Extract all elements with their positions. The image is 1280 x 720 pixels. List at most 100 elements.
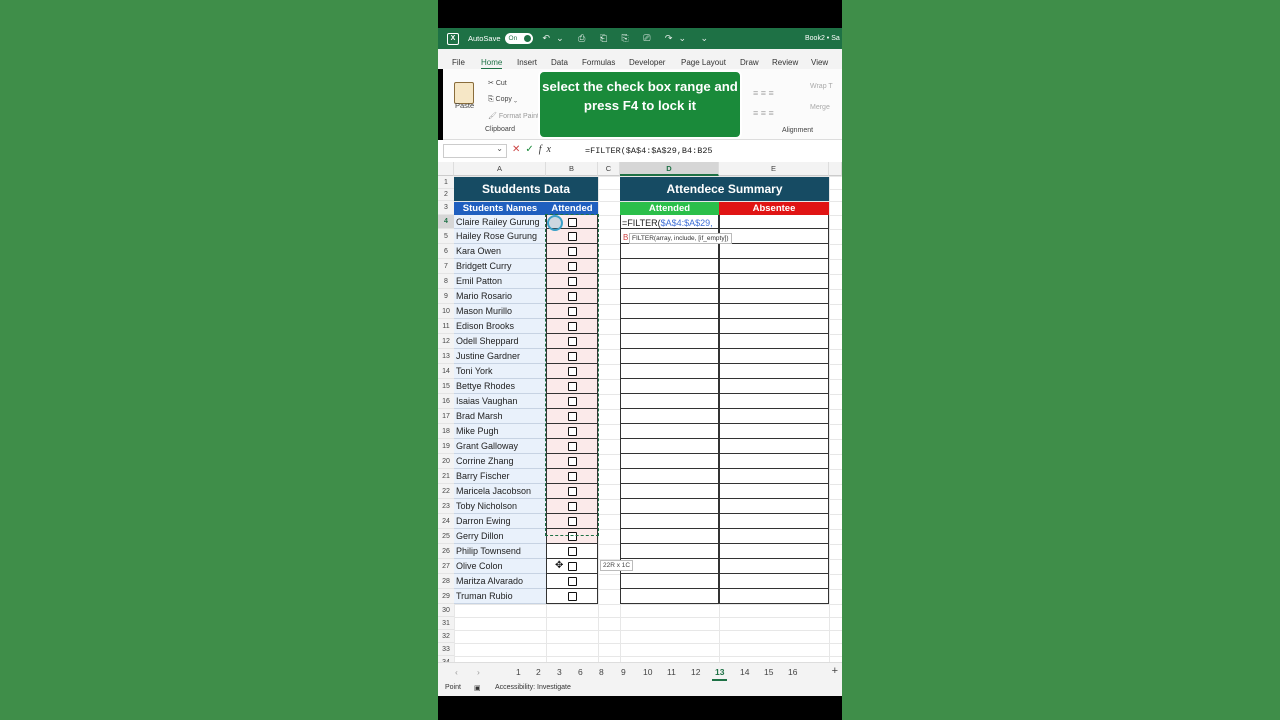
student-name-cell[interactable]: Hailey Rose Gurung (454, 229, 546, 244)
summary-attended-cell[interactable] (620, 379, 719, 394)
sheet-tab[interactable]: 16 (788, 667, 797, 677)
summary-attended-cell[interactable] (620, 529, 719, 544)
sheet-tab[interactable]: 9 (621, 667, 626, 677)
alignment-icons[interactable]: ≡ ≡ ≡ ≡ ≡ ≡ (753, 83, 803, 123)
student-name-cell[interactable]: Brad Marsh (454, 409, 546, 424)
student-name-cell[interactable]: Bettye Rhodes (454, 379, 546, 394)
student-name-cell[interactable]: Maricela Jacobson (454, 484, 546, 499)
merge-button[interactable]: Merge (810, 104, 830, 111)
summary-attended-cell[interactable] (620, 484, 719, 499)
summary-absentee-cell[interactable] (719, 499, 829, 514)
row-header[interactable]: 10 (438, 304, 454, 319)
row-header[interactable]: 21 (438, 469, 454, 484)
student-name-cell[interactable]: Grant Galloway (454, 439, 546, 454)
row-header[interactable]: 17 (438, 409, 454, 424)
summary-attended-cell[interactable] (620, 274, 719, 289)
attendance-checkbox[interactable] (568, 532, 577, 541)
sheet-tab[interactable]: 1 (516, 667, 521, 677)
student-name-cell[interactable]: Odell Sheppard (454, 334, 546, 349)
summary-absentee-cell[interactable] (719, 215, 829, 229)
student-name-cell[interactable]: Toni York (454, 364, 546, 379)
enter-icon[interactable]: ✓ (525, 144, 538, 155)
attendance-checkbox[interactable] (568, 232, 577, 241)
summary-absentee-cell[interactable] (719, 514, 829, 529)
row-header[interactable]: 26 (438, 544, 454, 559)
column-header-f[interactable] (829, 162, 842, 176)
summary-absentee-cell[interactable] (719, 304, 829, 319)
attended-cell[interactable] (546, 514, 598, 529)
row-header[interactable]: 7 (438, 259, 454, 274)
column-header-d[interactable]: D (620, 162, 719, 176)
summary-attended-cell[interactable] (620, 304, 719, 319)
prev-sheet-icon[interactable]: ‹ (455, 667, 458, 677)
summary-absentee-cell[interactable] (719, 559, 829, 574)
attendance-checkbox[interactable] (568, 352, 577, 361)
attendance-checkbox[interactable] (568, 292, 577, 301)
row-header[interactable]: 33 (438, 643, 454, 656)
student-name-cell[interactable]: Darron Ewing (454, 514, 546, 529)
attendance-checkbox[interactable] (568, 307, 577, 316)
row-header[interactable]: 6 (438, 244, 454, 259)
summary-absentee-cell[interactable] (719, 439, 829, 454)
worksheet[interactable]: A B C D E 1 2 3 4 5 6 7 8 9 10 11 12 13 14 15 16 17 18 19 2… (438, 162, 842, 662)
attendance-checkbox[interactable] (568, 502, 577, 511)
attendance-checkbox[interactable] (568, 322, 577, 331)
tab-review[interactable]: Review (772, 58, 798, 67)
summary-attended-cell[interactable] (620, 469, 719, 484)
summary-absentee-cell[interactable] (719, 349, 829, 364)
tab-data[interactable]: Data (551, 58, 568, 67)
row-header[interactable]: 12 (438, 334, 454, 349)
function-hint-tooltip[interactable]: FILTER(array, include, [if_empty]) (629, 233, 732, 244)
attendance-checkbox[interactable] (568, 397, 577, 406)
wrap-text-button[interactable]: Wrap T (810, 83, 833, 90)
summary-attended-cell[interactable] (620, 574, 719, 589)
copy-button[interactable]: ⎘ Copy ⌄ (488, 96, 517, 104)
tab-view[interactable]: View (811, 58, 828, 67)
macro-record-icon[interactable]: ▣ (474, 684, 481, 692)
student-name-cell[interactable]: Maritza Alvarado (454, 574, 546, 589)
summary-absentee-cell[interactable] (719, 529, 829, 544)
summary-attended-cell[interactable] (620, 424, 719, 439)
student-name-cell[interactable]: Bridgett Curry (454, 259, 546, 274)
summary-absentee-cell[interactable] (719, 484, 829, 499)
student-name-cell[interactable]: Edison Brooks (454, 319, 546, 334)
summary-absentee-cell[interactable] (719, 244, 829, 259)
row-header[interactable]: 5 (438, 229, 454, 244)
row-header[interactable]: 32 (438, 630, 454, 643)
student-name-cell[interactable]: Isaias Vaughan (454, 394, 546, 409)
attended-cell[interactable] (546, 394, 598, 409)
row-header[interactable]: 30 (438, 604, 454, 617)
attended-cell[interactable] (546, 304, 598, 319)
attended-cell[interactable] (546, 439, 598, 454)
row-header[interactable]: 28 (438, 574, 454, 589)
summary-attended-cell[interactable] (620, 394, 719, 409)
sheet-tab[interactable]: 3 (557, 667, 562, 677)
student-name-cell[interactable]: Olive Colon (454, 559, 546, 574)
format-painter-button[interactable]: 🖌 Format Paint (488, 112, 539, 120)
attended-cell[interactable] (546, 499, 598, 514)
tab-developer[interactable]: Developer (629, 58, 665, 67)
student-name-cell[interactable]: Toby Nicholson (454, 499, 546, 514)
attended-cell[interactable] (546, 409, 598, 424)
row-header[interactable]: 2 (438, 189, 454, 201)
row-header[interactable]: 3 (438, 201, 454, 215)
row-header[interactable]: 25 (438, 529, 454, 544)
summary-attended-cell[interactable] (620, 514, 719, 529)
row-header[interactable]: 4 (438, 215, 454, 229)
tab-home[interactable]: Home (481, 58, 503, 70)
formula-entry-cell[interactable]: =FILTER($A$4:$A$29, (622, 218, 713, 228)
row-header[interactable]: 20 (438, 454, 454, 469)
attended-cell[interactable] (546, 574, 598, 589)
summary-absentee-cell[interactable] (719, 394, 829, 409)
summary-attended-cell[interactable] (620, 559, 719, 574)
attended-cell[interactable] (546, 379, 598, 394)
attended-cell[interactable] (546, 274, 598, 289)
summary-absentee-cell[interactable] (719, 379, 829, 394)
summary-attended-cell[interactable] (620, 439, 719, 454)
row-header[interactable]: 16 (438, 394, 454, 409)
summary-attended-cell[interactable] (620, 499, 719, 514)
attendance-checkbox[interactable] (568, 547, 577, 556)
attendance-checkbox[interactable] (568, 337, 577, 346)
attendance-checkbox[interactable] (568, 262, 577, 271)
attended-cell[interactable] (546, 544, 598, 559)
